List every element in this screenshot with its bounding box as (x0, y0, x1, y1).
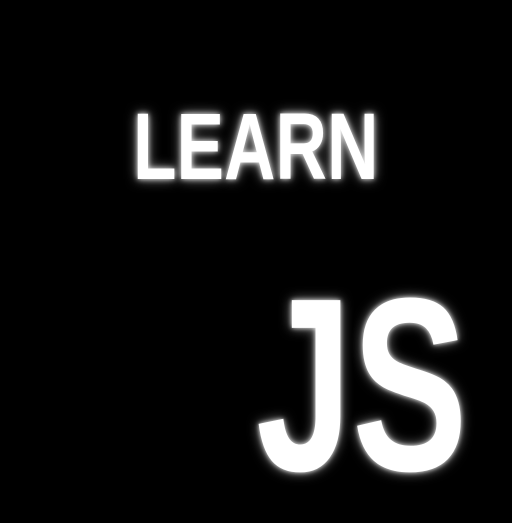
learn-heading: LEARN (133, 94, 379, 200)
js-heading: JS (256, 247, 468, 523)
